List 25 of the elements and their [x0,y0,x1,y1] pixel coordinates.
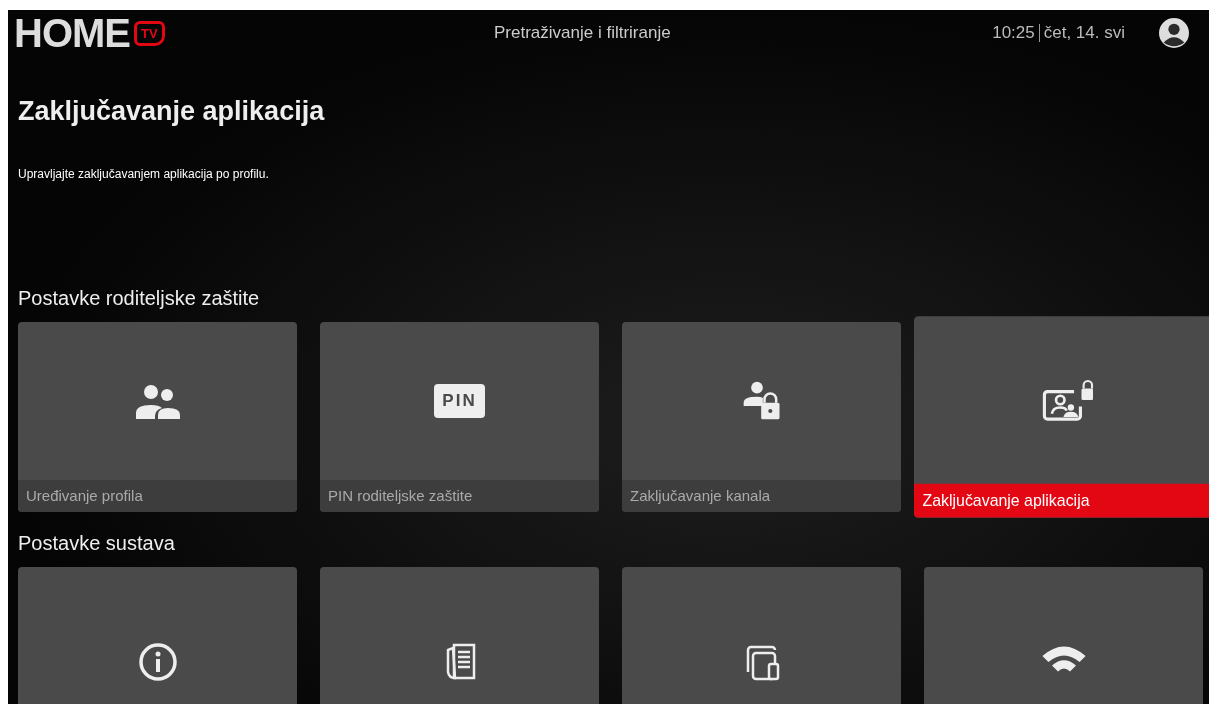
settings-tile[interactable]: PIN PIN roditeljske zaštite [320,322,599,512]
tile-label: PIN roditeljske zaštite [320,480,599,512]
separator-bar [1038,24,1040,42]
tile-label: Uređivanje profila [18,480,297,512]
settings-tile[interactable] [320,567,599,704]
settings-tile[interactable] [924,567,1203,704]
logo-text: HOME [14,10,130,56]
settings-tile[interactable]: Zaključavanje aplikacija [914,316,1209,518]
settings-tile[interactable]: Zaključavanje kanala [622,322,901,512]
screen-lock-icon [1041,378,1093,422]
page-description: Upravljajte zaključavanjem aplikacija po profilu. [18,167,270,181]
tile-label: Zaključavanje aplikacija [914,483,1209,518]
page-title: Zaključavanje aplikacija [18,96,326,127]
pin-icon: PIN [434,384,485,418]
logo-badge: TV [134,20,165,46]
clock-time: 10:25 [992,23,1035,43]
avatar-icon[interactable] [1159,18,1189,48]
header-title: Pretraživanje i filtriranje [494,23,671,43]
section-title: Postavke roditeljske zaštite [18,287,261,310]
settings-tile[interactable] [622,567,901,704]
tile-label: Zaključavanje kanala [622,480,901,512]
settings-tile[interactable]: Uređivanje profila [18,322,297,512]
settings-tile[interactable] [18,567,297,704]
clock-date: čet, 14. svi [1043,23,1125,43]
section-title: Postavke sustava [18,532,176,555]
